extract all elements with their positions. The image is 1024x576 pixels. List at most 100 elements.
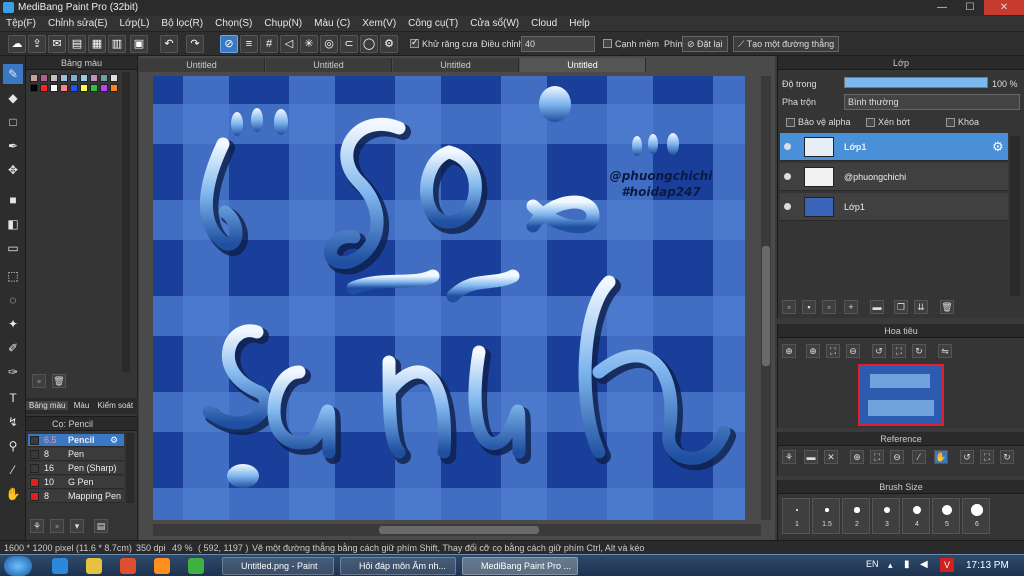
reference-close-icon[interactable]: ✕ bbox=[824, 450, 838, 464]
rotate-left-icon[interactable]: ↺ bbox=[872, 344, 886, 358]
delete-palette-icon[interactable]: 🗑 bbox=[52, 374, 66, 388]
lock-checkbox[interactable] bbox=[946, 118, 955, 127]
palette-scrollbar[interactable] bbox=[122, 72, 130, 372]
brush-size-cell[interactable]: 2 bbox=[842, 498, 870, 534]
visibility-eye-icon[interactable] bbox=[784, 143, 791, 150]
brush-tool-icon[interactable]: ✎ bbox=[3, 64, 23, 84]
layer-scrollbar[interactable] bbox=[1010, 136, 1020, 296]
media-player-icon[interactable] bbox=[120, 558, 136, 574]
color-swatch[interactable] bbox=[60, 84, 68, 92]
gradient-tool-icon[interactable]: ▭ bbox=[3, 238, 23, 258]
color-swatch[interactable] bbox=[80, 74, 88, 82]
comment-icon[interactable]: ✉ bbox=[48, 35, 66, 53]
close-button[interactable]: ✕ bbox=[984, 0, 1024, 15]
color-swatch[interactable] bbox=[90, 74, 98, 82]
menu-color[interactable]: Màu (C) bbox=[308, 16, 356, 32]
antialias-checkbox[interactable] bbox=[410, 37, 419, 48]
menu-view[interactable]: Xem(V) bbox=[356, 16, 402, 32]
settings-snap-icon[interactable]: ⚙ bbox=[380, 35, 398, 53]
select-rect-tool-icon[interactable]: ⬚ bbox=[3, 266, 23, 286]
rotate-right-icon[interactable]: ↻ bbox=[912, 344, 926, 358]
layer-settings-gear-icon[interactable]: ⚙ bbox=[992, 139, 1004, 155]
drawing-canvas[interactable]: @phuongchichi #hoidap247 bbox=[153, 76, 745, 520]
cross-snap-icon[interactable]: # bbox=[260, 35, 278, 53]
menu-cloud[interactable]: Cloud bbox=[525, 16, 563, 32]
clipping-checkbox[interactable] bbox=[866, 118, 875, 127]
tab-color[interactable]: Màu bbox=[71, 401, 93, 410]
protect-alpha-checkbox[interactable] bbox=[786, 118, 795, 127]
layer-row[interactable]: Lớp1 bbox=[780, 193, 1008, 221]
reference-rotate-right-icon[interactable]: ↻ bbox=[1000, 450, 1014, 464]
color-swatch[interactable] bbox=[80, 84, 88, 92]
brush-item[interactable]: 8 Mapping Pen bbox=[28, 490, 124, 503]
brush-size-cell[interactable]: 5 bbox=[932, 498, 960, 534]
reference-zoom-out-icon[interactable]: ⊖ bbox=[890, 450, 904, 464]
bucket-tool-icon[interactable]: ◧ bbox=[3, 214, 23, 234]
brush-item[interactable]: 10 G Pen bbox=[28, 476, 124, 489]
tab-untitled-2[interactable]: Untitled bbox=[266, 58, 392, 72]
color-swatch[interactable] bbox=[40, 84, 48, 92]
brush-item[interactable]: 16 Pen (Sharp) bbox=[28, 462, 124, 475]
dot-tool-icon[interactable]: ✒ bbox=[3, 136, 23, 156]
layout-icon[interactable]: ▥ bbox=[108, 35, 126, 53]
adjust-select[interactable]: 40 bbox=[521, 36, 595, 52]
reference-rotate-left-icon[interactable]: ↺ bbox=[960, 450, 974, 464]
redo-icon[interactable]: ↷ bbox=[186, 35, 204, 53]
brush-size-cell[interactable]: 3 bbox=[872, 498, 900, 534]
tab-untitled-3[interactable]: Untitled bbox=[393, 58, 519, 72]
curve-snap-icon[interactable]: ⊂ bbox=[340, 35, 358, 53]
tray-arrow-icon[interactable]: ▴ bbox=[888, 560, 893, 571]
color-swatch[interactable] bbox=[70, 74, 78, 82]
eraser-tool-icon[interactable]: ◆ bbox=[3, 88, 23, 108]
brush-item[interactable]: 8 Pen bbox=[28, 448, 124, 461]
zoom-in-icon[interactable]: ⊕ bbox=[806, 344, 820, 358]
add-brush-icon[interactable]: ⚘ bbox=[30, 519, 44, 533]
flip-icon[interactable]: ⇋ bbox=[938, 344, 952, 358]
vertical-scroll-thumb[interactable] bbox=[762, 246, 770, 366]
chrome-icon[interactable] bbox=[188, 558, 204, 574]
color-swatch[interactable] bbox=[50, 74, 58, 82]
color-swatch[interactable] bbox=[40, 74, 48, 82]
layer-row[interactable]: @phuongchichi bbox=[780, 163, 1008, 191]
minimize-button[interactable]: — bbox=[928, 0, 956, 15]
tab-untitled-1[interactable]: Untitled bbox=[139, 58, 265, 72]
frame-icon[interactable]: ▣ bbox=[130, 35, 148, 53]
opacity-slider[interactable] bbox=[844, 77, 988, 88]
fit-icon[interactable]: ⛶ bbox=[826, 344, 840, 358]
menu-filter[interactable]: Bộ lọc(R) bbox=[155, 16, 209, 32]
task-paint[interactable]: Untitled.png - Paint bbox=[222, 557, 334, 575]
text-tool-icon[interactable]: T bbox=[3, 388, 23, 408]
ie-icon[interactable] bbox=[52, 558, 68, 574]
task-browser[interactable]: Hỏi đáp môn Âm nh... bbox=[340, 557, 456, 575]
vanish-snap-icon[interactable]: ◁ bbox=[280, 35, 298, 53]
brush-size-cell[interactable]: 1.5 bbox=[812, 498, 840, 534]
color-swatch[interactable] bbox=[30, 74, 38, 82]
volume-icon[interactable]: ◀ bbox=[920, 559, 928, 570]
zoom-in-nav-icon[interactable]: ⊕ bbox=[782, 344, 796, 358]
new-palette-icon[interactable]: ▫ bbox=[32, 374, 46, 388]
soft-edge-checkbox[interactable] bbox=[603, 39, 612, 48]
brush-settings-icon[interactable]: ▤ bbox=[94, 519, 108, 533]
reference-zoom-in-icon[interactable]: ⊕ bbox=[850, 450, 864, 464]
menu-window[interactable]: Cửa sổ(W) bbox=[464, 16, 525, 32]
reset-view-icon[interactable]: ⛶ bbox=[892, 344, 906, 358]
color-swatch[interactable] bbox=[60, 74, 68, 82]
delete-layer-icon[interactable]: 🗑 bbox=[940, 300, 954, 314]
color-swatch[interactable] bbox=[90, 84, 98, 92]
color-swatch[interactable] bbox=[110, 74, 118, 82]
menu-layer[interactable]: Lớp(L) bbox=[114, 16, 156, 32]
cloud-icon[interactable]: ☁ bbox=[8, 35, 26, 53]
circle-snap-icon[interactable]: ◎ bbox=[320, 35, 338, 53]
reference-add-icon[interactable]: ⚘ bbox=[782, 450, 796, 464]
reference-eyedropper-icon[interactable]: ⁄ bbox=[912, 450, 926, 464]
magic-wand-tool-icon[interactable]: ✦ bbox=[3, 314, 23, 334]
color-swatch[interactable] bbox=[100, 84, 108, 92]
visibility-eye-icon[interactable] bbox=[784, 203, 791, 210]
ellipse-snap-icon[interactable]: ◯ bbox=[360, 35, 378, 53]
picker-tool-icon[interactable]: ⁄ bbox=[3, 460, 23, 480]
network-icon[interactable]: ▮ bbox=[904, 559, 910, 570]
new-layer-1bit-icon[interactable]: ▫ bbox=[822, 300, 836, 314]
zoom-out-icon[interactable]: ⊖ bbox=[846, 344, 860, 358]
folder-icon[interactable]: ▬ bbox=[870, 300, 884, 314]
explorer-icon[interactable] bbox=[86, 558, 102, 574]
